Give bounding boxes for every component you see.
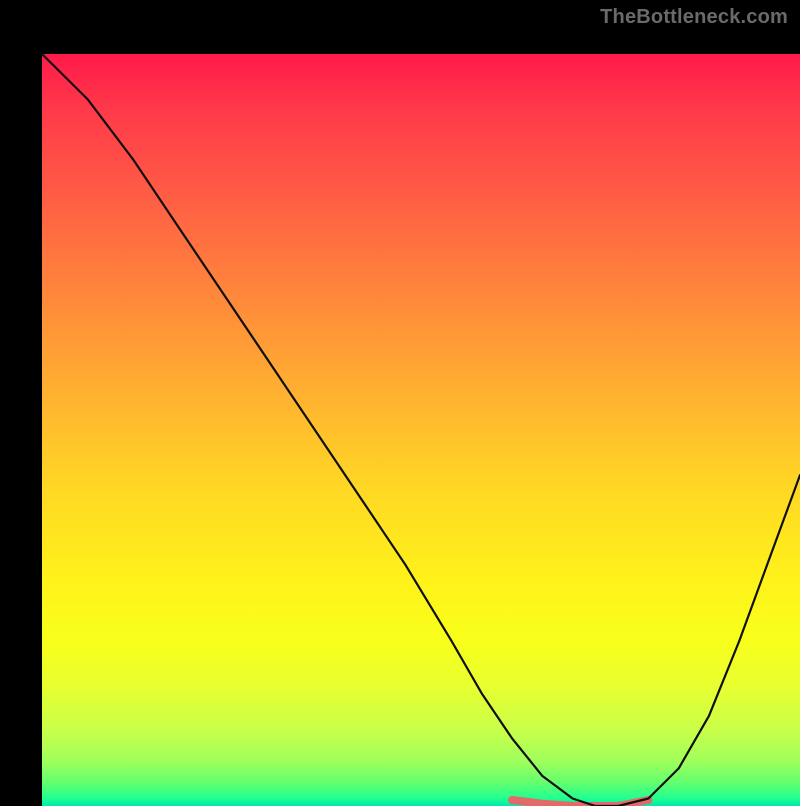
- chart-svg: [42, 54, 800, 806]
- watermark-text: TheBottleneck.com: [600, 6, 788, 29]
- plot-area: [42, 54, 800, 806]
- chart-frame: [21, 27, 779, 779]
- bottleneck-curve: [42, 54, 800, 806]
